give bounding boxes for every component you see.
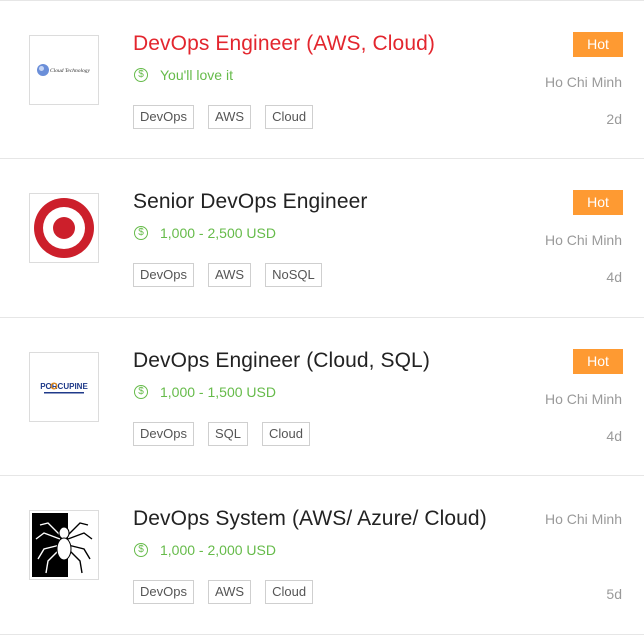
tag[interactable]: Cloud [265,580,314,604]
company-logo[interactable] [29,510,99,580]
hot-badge: Hot [573,349,623,374]
location: Ho Chi Minh [544,232,622,248]
salary: $ 1,000 - 1,500 USD [133,384,276,400]
salary: $ 1,000 - 2,500 USD [133,225,276,241]
location: Ho Chi Minh [544,511,622,527]
target-logo [34,198,94,258]
salary: $ 1,000 - 2,000 USD [133,542,276,558]
job-title-link[interactable]: DevOps Engineer (AWS, Cloud) [133,32,435,56]
hot-badge: Hot [573,32,623,57]
porcupine-logo: PORCUPINE [40,382,88,394]
tag[interactable]: Cloud [261,422,310,446]
job-list: Cloud Technology DevOps Engineer (AWS, C… [0,0,644,636]
job-card[interactable]: DevOps System (AWS/ Azure/ Cloud) $ 1,00… [0,475,644,635]
job-card[interactable]: PORCUPINE DevOps Engineer (Cloud, SQL) $… [0,317,644,475]
tag[interactable]: DevOps [133,105,194,129]
location: Ho Chi Minh [544,74,622,90]
company-logo[interactable]: PORCUPINE [29,352,99,422]
tag[interactable]: DevOps [133,263,194,287]
job-title-link[interactable]: DevOps System (AWS/ Azure/ Cloud) [133,507,487,531]
posted-time: 4d [606,428,622,444]
tag-list: DevOps AWS NoSQL [133,263,336,287]
dollar-icon: $ [134,543,148,557]
posted-time: 2d [606,111,622,127]
tag[interactable]: AWS [207,263,252,287]
tag[interactable]: AWS [207,580,252,604]
tag[interactable]: DevOps [133,580,194,604]
location: Ho Chi Minh [544,391,622,407]
tag[interactable]: Cloud [265,105,314,129]
company-logo[interactable] [29,193,99,263]
dollar-icon: $ [134,226,148,240]
dollar-icon: $ [134,68,148,82]
job-card[interactable]: Cloud Technology DevOps Engineer (AWS, C… [0,0,644,158]
tag[interactable]: AWS [207,105,252,129]
tag-list: DevOps AWS Cloud [133,580,327,604]
tag-list: DevOps SQL Cloud [133,422,324,446]
dollar-icon: $ [134,385,148,399]
salary: $ You'll love it [133,67,233,83]
posted-time: 5d [606,586,622,602]
svg-text:Cloud Technology: Cloud Technology [50,68,91,74]
salary-text: 1,000 - 2,000 USD [160,542,276,558]
svg-text:PORCUPINE: PORCUPINE [40,382,88,391]
salary-text: You'll love it [160,67,233,83]
hot-badge: Hot [573,190,623,215]
posted-time: 4d [606,269,622,285]
salary-text: 1,000 - 1,500 USD [160,384,276,400]
salary-text: 1,000 - 2,500 USD [160,225,276,241]
spider-logo [32,513,96,577]
company-logo[interactable]: Cloud Technology [29,35,99,105]
tag[interactable]: NoSQL [265,263,322,287]
job-title-link[interactable]: Senior DevOps Engineer [133,190,368,214]
tag-list: DevOps AWS Cloud [133,105,327,129]
cloud-technology-logo: Cloud Technology [37,64,91,76]
job-card[interactable]: Senior DevOps Engineer $ 1,000 - 2,500 U… [0,158,644,316]
tag[interactable]: DevOps [133,422,194,446]
tag[interactable]: SQL [207,422,248,446]
job-title-link[interactable]: DevOps Engineer (Cloud, SQL) [133,349,430,373]
